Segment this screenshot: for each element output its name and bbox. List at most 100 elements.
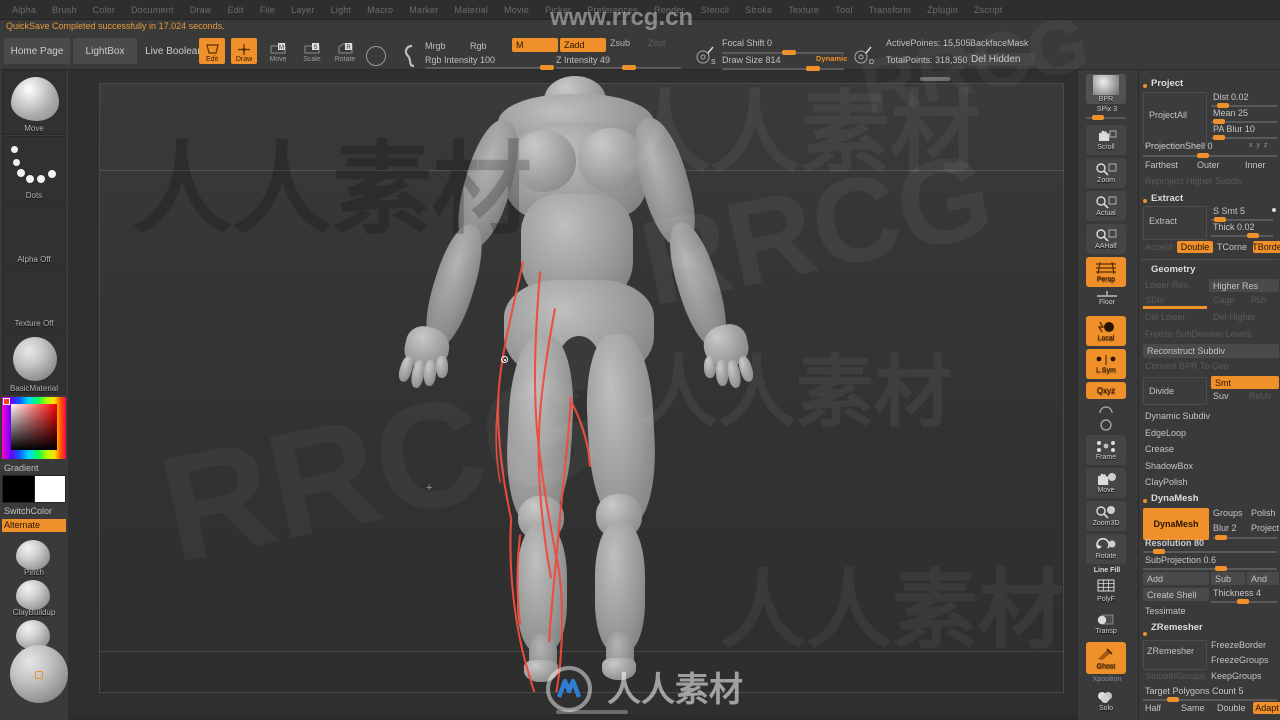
lightbox-button[interactable]: LightBox — [73, 38, 137, 64]
spix-knob[interactable] — [1092, 115, 1104, 120]
zoom3d-button[interactable]: Zoom3D — [1086, 501, 1126, 531]
s-smt-slider-label[interactable]: S Smt 5 — [1211, 206, 1245, 216]
crease-section[interactable]: Crease — [1145, 444, 1174, 454]
thick-knob[interactable] — [1247, 233, 1259, 238]
polyframe-toggle[interactable]: PolyF — [1086, 576, 1126, 606]
smt-toggle[interactable]: Smt — [1211, 376, 1279, 389]
pa-blur-knob[interactable] — [1213, 135, 1225, 140]
projection-shell-label[interactable]: ProjectionShell 0 — [1143, 141, 1213, 151]
adapt-toggle[interactable]: Adapt — [1253, 702, 1280, 714]
menu-item-edit[interactable]: Edit — [220, 0, 252, 20]
dynamesh-section-header[interactable]: DynaMesh — [1151, 493, 1199, 504]
document-surface[interactable]: + — [99, 76, 1064, 693]
alpha-preview-icon[interactable] — [366, 46, 386, 66]
tcorner-toggle[interactable]: TCorne — [1217, 242, 1247, 252]
draw-size-label[interactable]: Draw Size 814 — [722, 55, 781, 65]
frame-button[interactable]: Frame — [1086, 435, 1126, 465]
del-higher-button[interactable]: Del Higher — [1213, 312, 1256, 322]
reuv-toggle[interactable]: ReUv — [1249, 391, 1272, 401]
menu-item-marker[interactable]: Marker — [401, 0, 446, 20]
subprojection-slider-label[interactable]: SubProjection 0.6 — [1143, 555, 1216, 565]
del-lower-button[interactable]: Del Lower — [1145, 312, 1186, 322]
geometry-section-header[interactable]: Geometry — [1151, 264, 1195, 275]
rotate-mode-button[interactable]: R Rotate — [332, 38, 358, 64]
menu-item-zscript[interactable]: Zscript — [966, 0, 1010, 20]
z-intensity-track[interactable] — [556, 67, 681, 69]
zoom-button[interactable]: Zoom — [1086, 158, 1126, 188]
polish-toggle[interactable]: Polish — [1251, 508, 1276, 518]
z-intensity-knob[interactable] — [622, 65, 636, 70]
menu-item-stroke[interactable]: Stroke — [737, 0, 780, 20]
dynamesh-button[interactable]: DynaMesh — [1143, 508, 1209, 540]
projection-shell-knob[interactable] — [1197, 153, 1209, 158]
stroke-selector[interactable]: Dots — [2, 136, 66, 202]
menu-item-transform[interactable]: Transform — [861, 0, 919, 20]
del-hidden-button[interactable]: Del Hidden — [967, 53, 1035, 66]
zremesher-section-header[interactable]: ZRemesher — [1151, 622, 1203, 633]
add-button[interactable]: Add — [1143, 572, 1209, 585]
project-toggle[interactable]: Project — [1251, 523, 1279, 533]
thick-slider-label[interactable]: Thick 0.02 — [1211, 222, 1255, 232]
tessimate-button[interactable]: Tessimate — [1145, 606, 1186, 616]
cage-button[interactable]: Cage — [1213, 295, 1235, 305]
color-picker[interactable] — [2, 397, 66, 459]
brush-selector[interactable]: Move — [2, 70, 66, 135]
create-shell-button[interactable]: Create Shell — [1143, 588, 1209, 601]
resolution-slider-label[interactable]: Resolution 80 — [1143, 538, 1204, 548]
draw-size-knob[interactable] — [806, 66, 820, 71]
double-toggle[interactable]: Double — [1177, 241, 1213, 253]
convert-bpr-button[interactable]: Convert BPR To Geo — [1145, 361, 1229, 371]
live-boolean-button[interactable]: Live Boolean — [140, 38, 208, 64]
pa-blur-slider-label[interactable]: PA Blur 10 — [1211, 124, 1255, 134]
project-all-button[interactable]: ProjectAll — [1149, 110, 1187, 120]
higher-res-button[interactable]: Higher Res — [1209, 279, 1279, 292]
primary-color-swatch[interactable] — [2, 475, 36, 503]
menu-item-picker[interactable]: Picker — [537, 0, 579, 20]
rgb-intensity-track[interactable] — [425, 67, 550, 69]
edgeloop-section[interactable]: EdgeLoop — [1145, 428, 1186, 438]
floor-toggle[interactable]: Floor — [1084, 290, 1130, 306]
zcut-toggle[interactable]: Zcut — [648, 38, 666, 48]
qxyz-toggle[interactable]: Qxyz — [1086, 382, 1126, 399]
menu-item-tool[interactable]: Tool — [827, 0, 860, 20]
canvas-scroll-pill[interactable] — [556, 710, 628, 714]
spix-slider-label[interactable]: SPix 3 — [1084, 106, 1130, 113]
sub-button[interactable]: Sub — [1211, 572, 1245, 585]
resolution-knob[interactable] — [1153, 549, 1165, 554]
freeze-border-toggle[interactable]: FreezeBorder — [1211, 640, 1266, 650]
home-page-button[interactable]: Home Page — [4, 38, 70, 64]
farthest-button[interactable]: Farthest — [1145, 160, 1178, 170]
projection-shell-track[interactable] — [1143, 155, 1277, 157]
move-3d-button[interactable]: Move — [1086, 468, 1126, 498]
reproject-higher-subdiv-button[interactable]: Reproject Higher Subdiv — [1145, 176, 1243, 186]
aahalf-button[interactable]: AAHalf — [1086, 224, 1126, 254]
rotate-3d-button[interactable]: Rotate — [1086, 534, 1126, 564]
quick-brush-thumbnail[interactable] — [16, 580, 50, 610]
tborder-toggle[interactable]: TBorde — [1252, 241, 1280, 253]
texture-selector[interactable]: Texture Off — [2, 267, 66, 330]
menu-item-preferences[interactable]: Preferences — [579, 0, 646, 20]
z-intensity-slider-label[interactable]: Z Intensity 49 — [556, 55, 610, 65]
dynamic-subdiv-section[interactable]: Dynamic Subdiv — [1145, 411, 1210, 421]
menu-item-light[interactable]: Light — [323, 0, 360, 20]
project-section-header[interactable]: Project — [1151, 78, 1183, 89]
subprojection-knob[interactable] — [1215, 566, 1227, 571]
groups-toggle[interactable]: Groups — [1213, 508, 1243, 518]
line-fill-toggle[interactable]: Line Fill — [1084, 567, 1130, 574]
zremesher-button[interactable]: ZRemesher — [1147, 646, 1194, 656]
focal-shift-knob[interactable] — [782, 50, 796, 55]
alpha-selector[interactable]: Alpha Off — [2, 203, 66, 266]
color-picker-square[interactable] — [11, 404, 57, 450]
edit-mode-button[interactable]: Edit — [199, 38, 225, 64]
draw-size-track[interactable] — [722, 68, 844, 70]
draw-mode-button[interactable]: Draw — [231, 38, 257, 64]
same-button[interactable]: Same — [1181, 703, 1205, 713]
target-polygons-knob[interactable] — [1167, 697, 1179, 702]
freeze-groups-toggle[interactable]: FreezeGroups — [1211, 655, 1269, 665]
menu-item-movie[interactable]: Movie — [496, 0, 537, 20]
zsub-toggle[interactable]: Zsub — [610, 38, 630, 48]
projection-axis-label[interactable]: x y z — [1249, 142, 1268, 149]
current-color-swatch[interactable] — [3, 398, 10, 405]
menu-item-document[interactable]: Document — [123, 0, 182, 20]
mean-slider-label[interactable]: Mean 25 — [1211, 108, 1248, 118]
